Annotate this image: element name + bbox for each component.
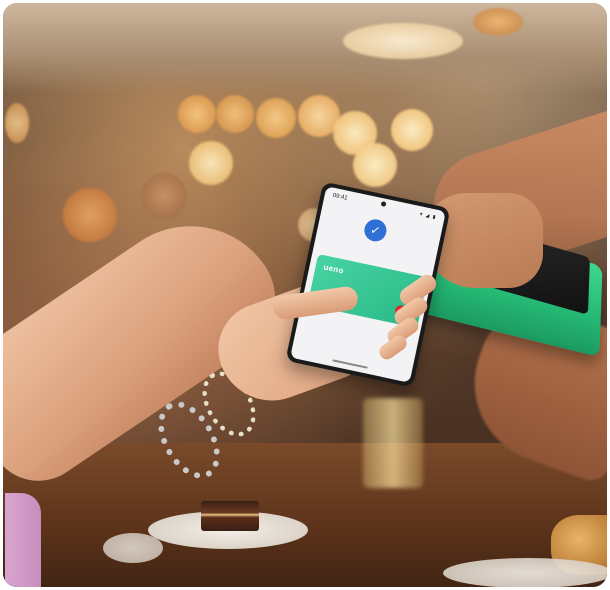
bokeh-light (216, 95, 254, 133)
card-brand-logo: ueno (322, 262, 345, 276)
status-time: 09:41 (332, 192, 349, 202)
status-icons: ▾ ◢ ▮ (419, 210, 438, 221)
bokeh-light (353, 143, 397, 187)
bokeh-light (189, 141, 233, 185)
bokeh-light (5, 103, 29, 143)
bokeh-light (256, 98, 296, 138)
pink-sleeve (5, 493, 41, 587)
plate (443, 558, 607, 587)
drinking-glass (363, 398, 423, 488)
bokeh-light (343, 23, 463, 59)
home-indicator (332, 359, 368, 369)
cake-slice (201, 501, 259, 531)
check-icon: ✓ (362, 217, 389, 244)
plate (103, 533, 163, 563)
bokeh-light (63, 188, 117, 242)
bokeh-light (473, 8, 523, 36)
bokeh-light (141, 173, 187, 219)
bokeh-light (391, 109, 433, 151)
photo-frame: 09:41 ▾ ◢ ▮ ✓ ueno (3, 3, 607, 587)
bokeh-light (178, 95, 216, 133)
